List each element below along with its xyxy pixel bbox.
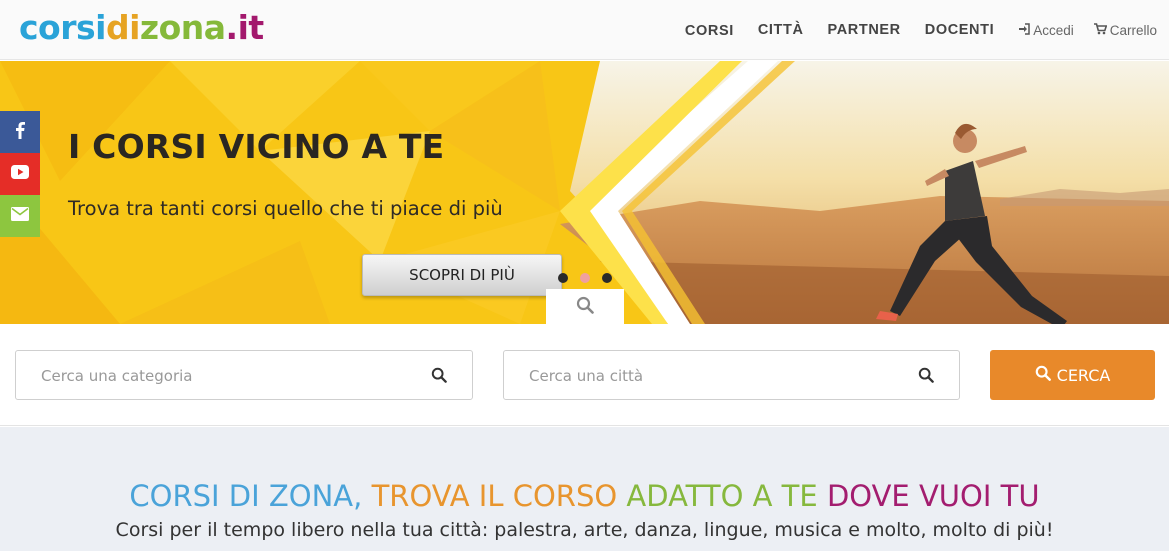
facebook-icon: [15, 121, 25, 144]
youtube-icon: [11, 164, 29, 184]
nav-partner[interactable]: PARTNER: [828, 22, 901, 38]
intro-title-part-2: TROVA IL CORSO: [371, 479, 627, 513]
hero-background-image: [0, 61, 1169, 324]
intro-section: CORSI DI ZONA, TROVA IL CORSO ADATTO A T…: [0, 427, 1169, 551]
search-icon: [1035, 365, 1057, 385]
search-icon[interactable]: [918, 367, 934, 388]
cerca-button[interactable]: CERCA: [990, 350, 1155, 400]
nav-corsi[interactable]: CORSI: [685, 23, 734, 39]
intro-title-part-1: CORSI DI ZONA,: [129, 479, 372, 513]
intro-title: CORSI DI ZONA, TROVA IL CORSO ADATTO A T…: [0, 479, 1169, 513]
intro-subtitle: Corsi per il tempo libero nella tua citt…: [115, 519, 1054, 541]
cart-link[interactable]: Carrello: [1093, 22, 1157, 38]
search-toggle-tab[interactable]: [546, 289, 624, 324]
city-search-input[interactable]: Cerca una città: [529, 367, 643, 385]
social-sidebar: [0, 111, 40, 237]
category-search-field[interactable]: Cerca una categoria: [15, 350, 473, 400]
slider-dot-1[interactable]: [558, 273, 568, 283]
slider-dot-2[interactable]: [580, 273, 590, 283]
scopri-button[interactable]: SCOPRI DI PIÙ: [362, 254, 562, 296]
search-bar: Cerca una categoria Cerca una città CERC…: [0, 324, 1169, 426]
category-search-input[interactable]: Cerca una categoria: [41, 367, 193, 385]
nav-citta[interactable]: CITTÀ: [758, 22, 804, 38]
mail-button[interactable]: [0, 195, 40, 237]
search-icon[interactable]: [431, 367, 447, 388]
cart-label: Carrello: [1109, 22, 1157, 38]
nav-docenti[interactable]: DOCENTI: [925, 22, 994, 38]
mail-icon: [11, 206, 29, 226]
logo-part-corsi: corsi: [19, 8, 106, 47]
hero-slider: I CORSI VICINO A TE Trova tra tanti cors…: [0, 61, 1169, 324]
youtube-button[interactable]: [0, 153, 40, 195]
intro-title-part-3: ADATTO A TE: [626, 479, 827, 513]
search-icon: [576, 296, 594, 319]
hero-title: I CORSI VICINO A TE: [68, 127, 445, 166]
login-label: Accedi: [1033, 22, 1074, 38]
logo-part-it: .it: [225, 8, 265, 47]
hero-subtitle: Trova tra tanti corsi quello che ti piac…: [68, 197, 503, 220]
shopping-cart-icon: [1093, 22, 1108, 38]
main-nav: CORSI CITTÀ PARTNER DOCENTI Accedi Carre…: [685, 0, 1169, 60]
site-logo[interactable]: corsidizona.it: [19, 8, 264, 48]
slider-dot-3[interactable]: [602, 273, 612, 283]
sign-in-icon: [1018, 22, 1030, 38]
slider-dots: [558, 273, 624, 283]
logo-part-zona: zona: [139, 8, 226, 47]
login-link[interactable]: Accedi: [1018, 23, 1074, 38]
logo-part-di: di: [105, 8, 140, 47]
intro-title-part-4: DOVE VUOI TU: [826, 479, 1040, 513]
facebook-button[interactable]: [0, 111, 40, 153]
top-navbar: corsidizona.it CORSI CITTÀ PARTNER DOCEN…: [0, 0, 1169, 60]
cerca-label: CERCA: [1056, 365, 1111, 385]
city-search-field[interactable]: Cerca una città: [503, 350, 960, 400]
